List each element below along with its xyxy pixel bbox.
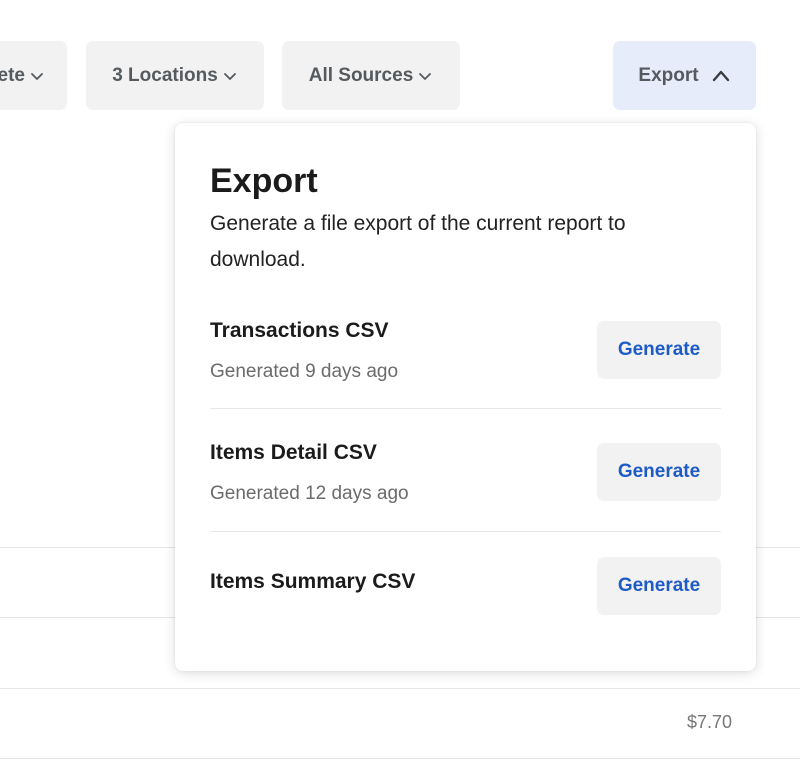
export-item-meta: Generated 9 days ago (210, 361, 399, 382)
locations-filter-label: 3 Locations (112, 64, 218, 86)
export-item-title: Items Detail CSV (210, 441, 377, 464)
export-button[interactable]: Export (613, 41, 756, 110)
report-page: ete 3 Locations All Sources Export $7.70… (0, 0, 800, 769)
generate-button[interactable]: Generate (597, 557, 721, 615)
export-panel-title: Export (210, 162, 318, 200)
export-panel-description: Generate a file export of the current re… (210, 212, 626, 271)
generate-button[interactable]: Generate (597, 443, 721, 501)
chevron-down-icon (31, 72, 43, 80)
chevron-up-icon (712, 70, 729, 81)
export-item-title: Transactions CSV (210, 319, 389, 342)
table-row-divider (0, 758, 800, 759)
item-divider (210, 408, 721, 409)
export-item-title: Items Summary CSV (210, 570, 416, 593)
sources-filter-button[interactable]: All Sources (282, 41, 460, 110)
export-panel: Export Generate a file export of the cur… (175, 123, 756, 671)
chevron-down-icon (419, 72, 432, 80)
date-filter-label: ete (0, 64, 25, 86)
export-item-meta: Generated 12 days ago (210, 483, 409, 504)
export-item-items-summary: Items Summary CSV Generate (210, 557, 721, 630)
export-item-items-detail: Items Detail CSV Generated 12 days ago G… (210, 441, 721, 532)
sources-filter-label: All Sources (308, 64, 414, 86)
export-button-label: Export (638, 64, 699, 86)
generate-button[interactable]: Generate (597, 321, 721, 379)
table-cell-amount: $7.70 (686, 712, 732, 732)
locations-filter-button[interactable]: 3 Locations (86, 41, 264, 110)
item-divider (210, 531, 721, 532)
date-filter-button[interactable]: ete (0, 41, 67, 110)
chevron-down-icon (223, 72, 236, 80)
table-row-divider (0, 688, 800, 689)
export-item-transactions: Transactions CSV Generated 9 days ago Ge… (210, 319, 721, 409)
